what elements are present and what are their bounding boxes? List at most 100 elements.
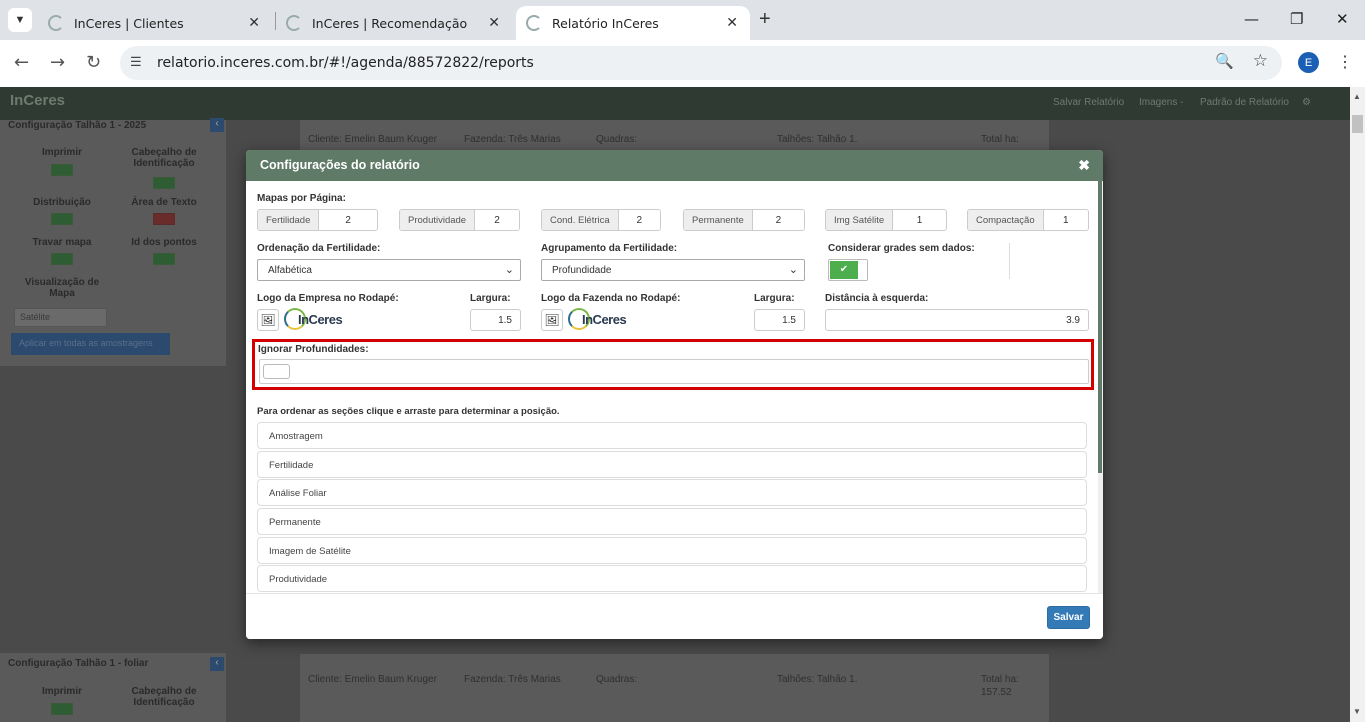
tab-title: InCeres | Recomendação — [312, 15, 468, 31]
tab-title: Relatório InCeres — [552, 15, 659, 31]
apply-all-button[interactable]: Aplicar em todas as amostragens — [11, 333, 170, 355]
zoom-icon[interactable]: 🔍 — [1215, 52, 1234, 70]
option-label: Imprimir — [41, 147, 82, 158]
maps-permanent-input[interactable]: 2 — [752, 210, 804, 230]
collapse-left-icon[interactable]: ‹ — [210, 118, 224, 132]
print-toggle[interactable] — [51, 703, 73, 715]
tab-search-button[interactable]: ▼ — [8, 8, 32, 32]
close-tab-icon[interactable]: ✕ — [488, 15, 500, 31]
forward-arrow-icon[interactable]: → — [50, 52, 65, 73]
address-bar[interactable]: ☰ relatorio.inceres.com.br/#!/agenda/885… — [120, 46, 1282, 80]
maps-productivity-input[interactable]: 2 — [475, 210, 519, 230]
empty-grids-toggle[interactable]: ✔ — [828, 259, 868, 281]
section-item[interactable]: Imagem de Satélite — [257, 537, 1087, 564]
ignore-depths-input[interactable] — [259, 359, 1089, 384]
upload-image-icon[interactable]: 🖼 — [541, 309, 563, 331]
scroll-thumb[interactable] — [1352, 115, 1363, 133]
images-menu-link[interactable]: Imagens - — [1139, 97, 1183, 108]
maps-conductivity-input[interactable]: 2 — [618, 210, 660, 230]
bookmark-star-icon[interactable]: ☆ — [1253, 51, 1268, 71]
farm-logo-width-input[interactable]: 1.5 — [754, 309, 805, 331]
print-toggle[interactable] — [51, 164, 73, 176]
chevron-down-icon: ▼ — [14, 14, 26, 26]
save-report-link[interactable]: Salvar Relatório — [1053, 97, 1124, 108]
profile-avatar[interactable]: E — [1298, 52, 1319, 73]
tab-clientes[interactable]: InCeres | Clientes ✕ — [36, 6, 272, 40]
option-label: Distribuição — [33, 197, 91, 208]
section-item[interactable]: Permanente — [257, 508, 1087, 535]
section-item[interactable]: Produtividade — [257, 565, 1087, 592]
header-toggle[interactable] — [153, 177, 175, 189]
fertility-order-select[interactable]: Alfabética ⌄ — [257, 259, 521, 281]
empty-grids-label: Considerar grades sem dados: — [828, 243, 975, 254]
modal-header: Configurações do relatório ✖ — [246, 150, 1103, 181]
scroll-up-icon[interactable]: ▲ — [1353, 92, 1361, 101]
tab-recomendacao[interactable]: InCeres | Recomendação ✕ — [274, 6, 512, 40]
farm-text: Fazenda: Três Marias — [464, 674, 561, 685]
divider — [1009, 243, 1010, 279]
reload-icon[interactable]: ↻ — [86, 52, 101, 73]
maps-per-page-label: Mapas por Página: — [257, 193, 346, 204]
modal-scrollbar[interactable] — [1098, 181, 1103, 593]
fertility-group-label: Agrupamento da Fertilidade: — [541, 243, 678, 254]
browser-menu-icon[interactable]: ⋮ — [1337, 52, 1353, 72]
report-page-bottom: Cliente: Emelin Baum Kruger Fazenda: Trê… — [300, 654, 1049, 722]
collapse-left-icon[interactable]: ‹ — [210, 657, 224, 671]
inceres-favicon-icon — [48, 15, 64, 31]
maps-satellite-input[interactable]: 1 — [893, 210, 946, 230]
lock-map-toggle[interactable] — [51, 253, 73, 265]
fertility-group-select[interactable]: Profundidade ⌄ — [541, 259, 805, 281]
minimize-icon[interactable]: — — [1244, 10, 1259, 28]
maps-conductivity-group: Cond. Elétrica 2 — [541, 209, 661, 231]
report-default-link[interactable]: Padrão de Relatório — [1200, 97, 1289, 108]
save-button[interactable]: Salvar — [1047, 606, 1090, 629]
modal-scroll-thumb[interactable] — [1098, 181, 1102, 473]
close-tab-icon[interactable]: ✕ — [726, 15, 738, 31]
restore-icon[interactable]: ❐ — [1290, 10, 1303, 28]
left-distance-label: Distância à esquerda: — [825, 293, 929, 304]
option-label: Imprimir — [41, 686, 82, 697]
section-item[interactable]: Amostragem — [257, 422, 1087, 449]
total-ha-value: 157.52 — [981, 687, 1012, 698]
chevron-down-icon: ⌄ — [788, 264, 798, 276]
maps-fertility-input[interactable]: 2 — [319, 210, 377, 230]
gear-icon[interactable]: ⚙ — [1302, 97, 1311, 108]
fertility-order-label: Ordenação da Fertilidade: — [257, 243, 381, 254]
company-logo-width-input[interactable]: 1.5 — [470, 309, 521, 331]
maps-compaction-input[interactable]: 1 — [1043, 210, 1088, 230]
inceres-favicon-icon — [526, 15, 542, 31]
maps-compaction-label: Compactação — [968, 210, 1044, 230]
tab-relatorio[interactable]: Relatório InCeres ✕ — [516, 6, 750, 40]
close-icon[interactable]: ✖ — [1078, 157, 1090, 174]
ignore-depths-tag-field[interactable] — [263, 364, 290, 379]
close-window-icon[interactable]: ✕ — [1336, 10, 1349, 28]
farm-logo-label: Logo da Fazenda no Rodapé: — [541, 293, 681, 304]
back-arrow-icon[interactable]: ← — [14, 52, 29, 73]
maps-productivity-label: Produtividade — [400, 210, 476, 230]
company-logo-label: Logo da Empresa no Rodapé: — [257, 293, 399, 304]
plots-text: Talhões: Talhão 1. — [777, 134, 858, 145]
distribution-toggle[interactable] — [51, 213, 73, 225]
maps-satellite-group: Img Satélite 1 — [825, 209, 947, 231]
upload-image-icon[interactable]: 🖼 — [257, 309, 279, 331]
sidebar-title: Configuração Talhão 1 - 2025 — [8, 120, 147, 131]
tab-title: InCeres | Clientes — [74, 15, 184, 31]
url-text[interactable]: relatorio.inceres.com.br/#!/agenda/88572… — [157, 55, 534, 71]
close-tab-icon[interactable]: ✕ — [248, 15, 260, 31]
page-scrollbar[interactable]: ▲ ▼ — [1350, 87, 1365, 722]
modal-body: Mapas por Página: Fertilidade 2 Produtiv… — [246, 181, 1103, 593]
left-distance-input[interactable]: 3.9 — [825, 309, 1089, 331]
farm-logo-image: InCeres — [568, 307, 638, 333]
point-ids-toggle[interactable] — [153, 253, 175, 265]
new-tab-button[interactable]: + — [759, 8, 771, 31]
site-settings-icon[interactable]: ☰ — [130, 54, 142, 70]
section-item[interactable]: Fertilidade — [257, 451, 1087, 478]
section-item[interactable]: Análise Foliar — [257, 479, 1087, 506]
map-view-select[interactable]: Satélite — [14, 308, 107, 327]
blocks-text: Quadras: — [596, 134, 638, 145]
inceres-favicon-icon — [286, 15, 302, 31]
scroll-down-icon[interactable]: ▼ — [1353, 707, 1361, 716]
option-label: Cabeçalho de Identificação — [131, 147, 197, 169]
maps-satellite-label: Img Satélite — [826, 210, 894, 230]
text-area-toggle[interactable] — [153, 213, 175, 225]
